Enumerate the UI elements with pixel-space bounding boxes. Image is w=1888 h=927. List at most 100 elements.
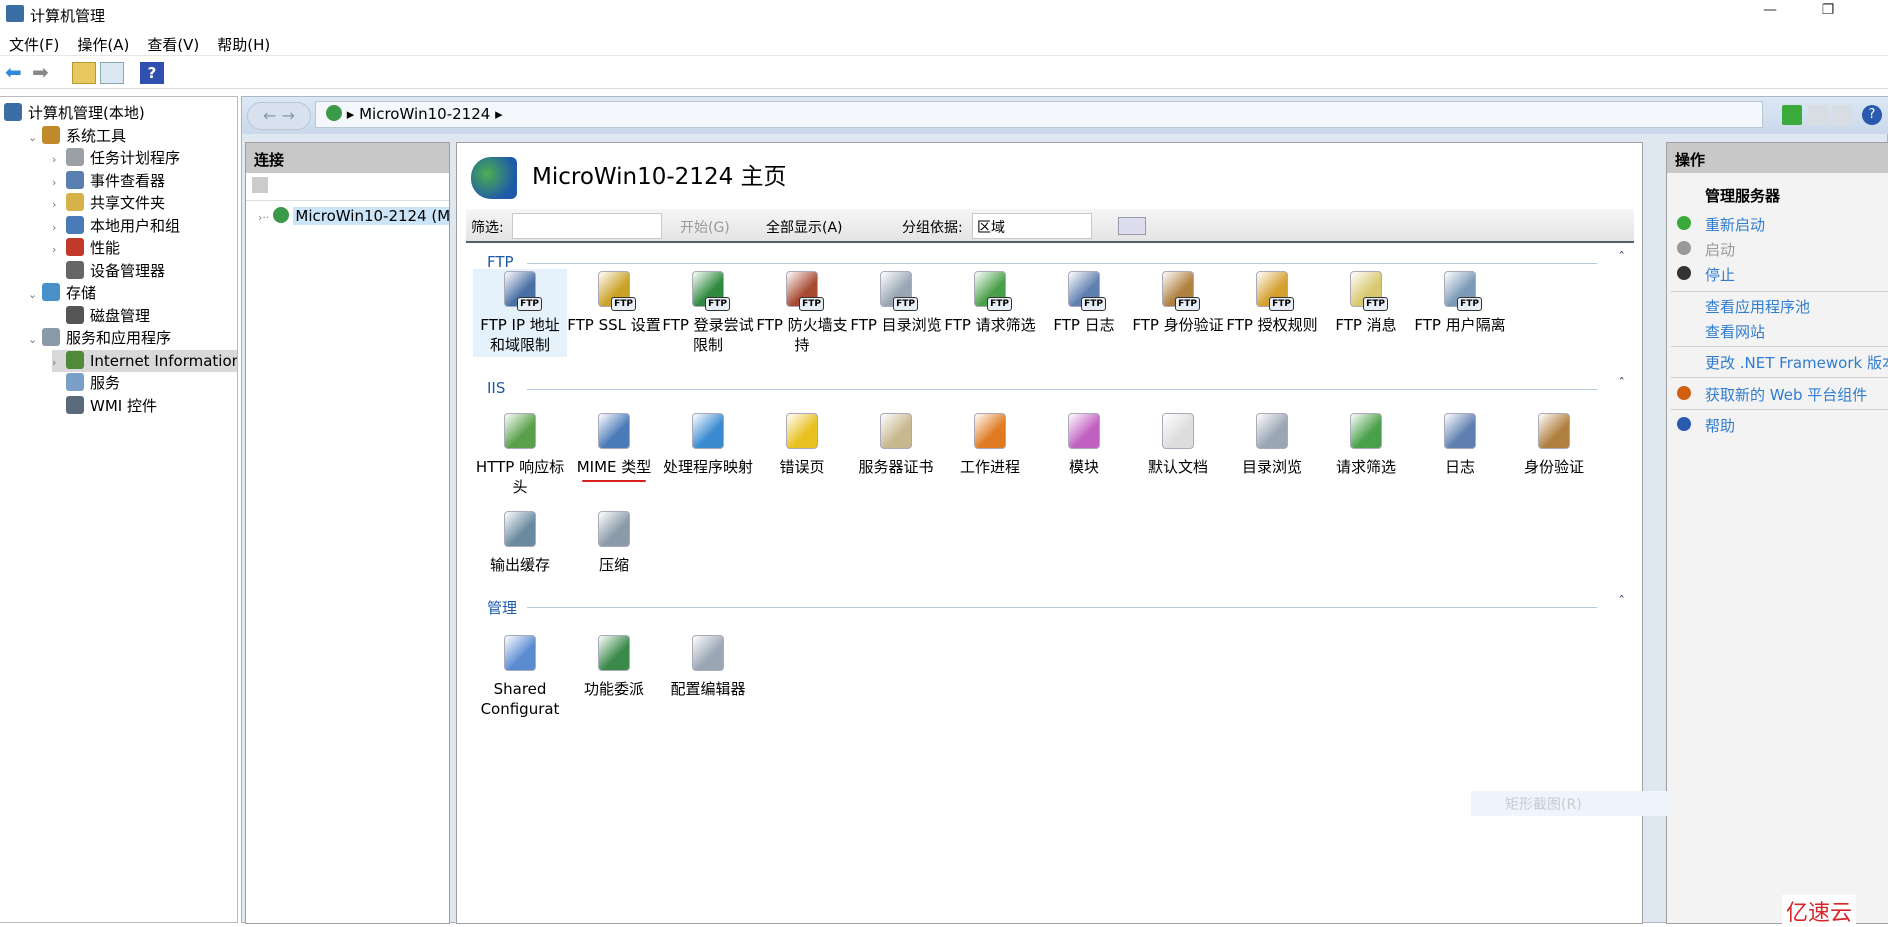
tree-item[interactable]: › Internet Information Se — [52, 349, 237, 374]
minimize-button[interactable]: — — [1747, 2, 1793, 26]
feature-item[interactable]: Shared Configurat — [473, 633, 567, 719]
feature-item[interactable]: 工作进程 — [943, 411, 1037, 477]
feature-item[interactable]: 请求筛选 — [1319, 411, 1413, 477]
expander-icon[interactable]: › — [52, 172, 66, 194]
feature-item[interactable]: FTP FTP 身份验证 — [1131, 269, 1225, 335]
restore-button[interactable]: ❐ — [1805, 2, 1851, 26]
show-hide-tree-icon[interactable] — [100, 62, 124, 84]
breadcrumb[interactable]: ▸ MicroWin10-2124 ▸ — [315, 101, 1763, 128]
nav-buttons[interactable]: ← → — [247, 102, 311, 130]
feature-item[interactable]: FTP FTP 请求筛选 — [943, 269, 1037, 335]
back-button[interactable]: ← — [263, 106, 276, 125]
expander-icon[interactable]: › — [52, 149, 66, 171]
collapse-icon[interactable]: ˆ — [1619, 595, 1626, 610]
view-mode-icon[interactable] — [1118, 217, 1146, 235]
connect-icon[interactable] — [252, 177, 268, 193]
up-folder-icon[interactable] — [72, 62, 96, 84]
feature-item[interactable]: FTP FTP IP 地址和域限制 — [473, 269, 567, 357]
show-all-button[interactable]: 全部显示(A) — [766, 217, 843, 237]
forward-button[interactable]: → — [282, 106, 295, 125]
action-link[interactable]: 帮助 — [1677, 415, 1735, 436]
group-by-select[interactable]: 区域 — [972, 213, 1092, 239]
breadcrumb-server[interactable]: MicroWin10-2124 — [359, 105, 490, 123]
feature-item[interactable]: 输出缓存 — [473, 509, 567, 575]
feature-item[interactable]: HTTP 响应标头 — [473, 411, 567, 497]
expander-icon[interactable]: ⌄ — [28, 127, 42, 149]
tree-item[interactable]: 服务 — [52, 372, 120, 394]
connection-node-label[interactable]: MicroWin10-2124 (M — [293, 207, 449, 225]
tree-item[interactable]: ⌄ 存储 — [28, 282, 96, 304]
action-link[interactable]: 停止 — [1677, 264, 1735, 285]
feature-item[interactable]: 默认文档 — [1131, 411, 1225, 477]
feature-item[interactable]: 配置编辑器 — [661, 633, 755, 699]
feature-item[interactable]: MIME 类型 — [567, 411, 661, 482]
help-icon — [1677, 417, 1691, 431]
feature-item[interactable]: FTP FTP 日志 — [1037, 269, 1131, 335]
feature-icon — [970, 411, 1010, 451]
feature-item[interactable]: 服务器证书 — [849, 411, 943, 477]
tree-item-label: 事件查看器 — [90, 171, 166, 190]
feature-item[interactable]: 日志 — [1413, 411, 1507, 477]
menu-view[interactable]: 查看(V) — [138, 30, 208, 59]
tree-item[interactable]: ⌄ 系统工具 — [28, 125, 126, 147]
action-link[interactable]: 查看应用程序池 — [1705, 296, 1810, 317]
collapse-icon[interactable]: ˆ — [1619, 377, 1626, 392]
menu-file[interactable]: 文件(F) — [0, 30, 68, 59]
collapse-icon[interactable]: ˆ — [1619, 251, 1626, 266]
feature-item[interactable]: 目录浏览 — [1225, 411, 1319, 477]
refresh-icon[interactable] — [1782, 105, 1802, 125]
feature-item[interactable]: 功能委派 — [567, 633, 661, 699]
tree-item[interactable]: 设备管理器 — [52, 260, 165, 282]
feature-item[interactable]: 身份验证 — [1507, 411, 1601, 477]
action-link[interactable]: 重新启动 — [1677, 214, 1765, 235]
forward-arrow-icon[interactable]: ➡ — [32, 62, 56, 84]
menu-action[interactable]: 操作(A) — [68, 30, 138, 59]
action-link[interactable]: 查看网站 — [1705, 321, 1765, 342]
action-link[interactable]: 获取新的 Web 平台组件 — [1677, 384, 1867, 405]
tree-item[interactable]: › 性能 — [52, 237, 120, 259]
expander-icon[interactable]: ›·· — [258, 211, 269, 224]
feature-item[interactable]: 处理程序映射 — [661, 411, 755, 477]
expander-icon[interactable]: ⌄ — [28, 329, 42, 351]
action-link[interactable]: 启动 — [1677, 239, 1735, 260]
feature-item[interactable]: 错误页 — [755, 411, 849, 477]
action-link[interactable]: 更改 .NET Framework 版本 — [1705, 352, 1888, 373]
breadcrumb-separator[interactable]: ▸ — [495, 105, 503, 123]
filter-input[interactable] — [512, 213, 662, 239]
feature-item[interactable]: FTP FTP 授权规则 — [1225, 269, 1319, 335]
help-icon[interactable]: ? — [1862, 105, 1882, 125]
feature-item[interactable]: FTP FTP 目录浏览 — [849, 269, 943, 335]
feature-item[interactable]: FTP FTP SSL 设置 — [567, 269, 661, 335]
expander-icon[interactable]: › — [52, 352, 66, 374]
feature-item[interactable]: FTP FTP 防火墙支持 — [755, 269, 849, 355]
feature-item[interactable]: FTP FTP 消息 — [1319, 269, 1413, 335]
ftp-badge-icon: FTP — [1457, 297, 1482, 311]
tree-item[interactable]: › 本地用户和组 — [52, 215, 180, 237]
tree-item[interactable]: › 事件查看器 — [52, 170, 165, 192]
section-header[interactable]: IIS ˆ — [487, 377, 1637, 399]
tree-item[interactable]: WMI 控件 — [52, 395, 157, 417]
tree-item[interactable]: › 共享文件夹 — [52, 192, 165, 214]
tree-item[interactable]: ⌄ 服务和应用程序 — [28, 327, 171, 349]
stop-icon[interactable] — [1808, 105, 1828, 125]
feature-item[interactable]: FTP FTP 登录尝试限制 — [661, 269, 755, 355]
back-arrow-icon[interactable]: ⬅ — [5, 62, 29, 84]
feature-item[interactable]: 模块 — [1037, 411, 1131, 477]
expander-icon[interactable]: › — [52, 239, 66, 261]
tree-item[interactable]: 磁盘管理 — [52, 305, 150, 327]
expander-icon[interactable]: ⌄ — [28, 284, 42, 306]
breadcrumb-separator[interactable]: ▸ — [347, 105, 355, 123]
feature-item[interactable]: 压缩 — [567, 509, 661, 575]
tree-item[interactable]: 计算机管理(本地) — [4, 102, 145, 124]
expander-icon[interactable]: › — [52, 194, 66, 216]
feature-item[interactable]: FTP FTP 用户隔离 — [1413, 269, 1507, 335]
menu-help[interactable]: 帮助(H) — [208, 30, 279, 59]
help-icon[interactable]: ? — [140, 62, 164, 84]
home-icon[interactable] — [1832, 105, 1852, 125]
feature-icon: FTP — [1252, 269, 1294, 311]
section-header[interactable]: 管理 ˆ — [487, 595, 1637, 617]
expander-icon[interactable]: › — [52, 217, 66, 239]
start-filter-button[interactable]: 开始(G) — [680, 217, 730, 237]
tree-item[interactable]: › 任务计划程序 — [52, 147, 180, 169]
connection-node[interactable]: ›·· MicroWin10-2124 (M — [258, 207, 449, 225]
